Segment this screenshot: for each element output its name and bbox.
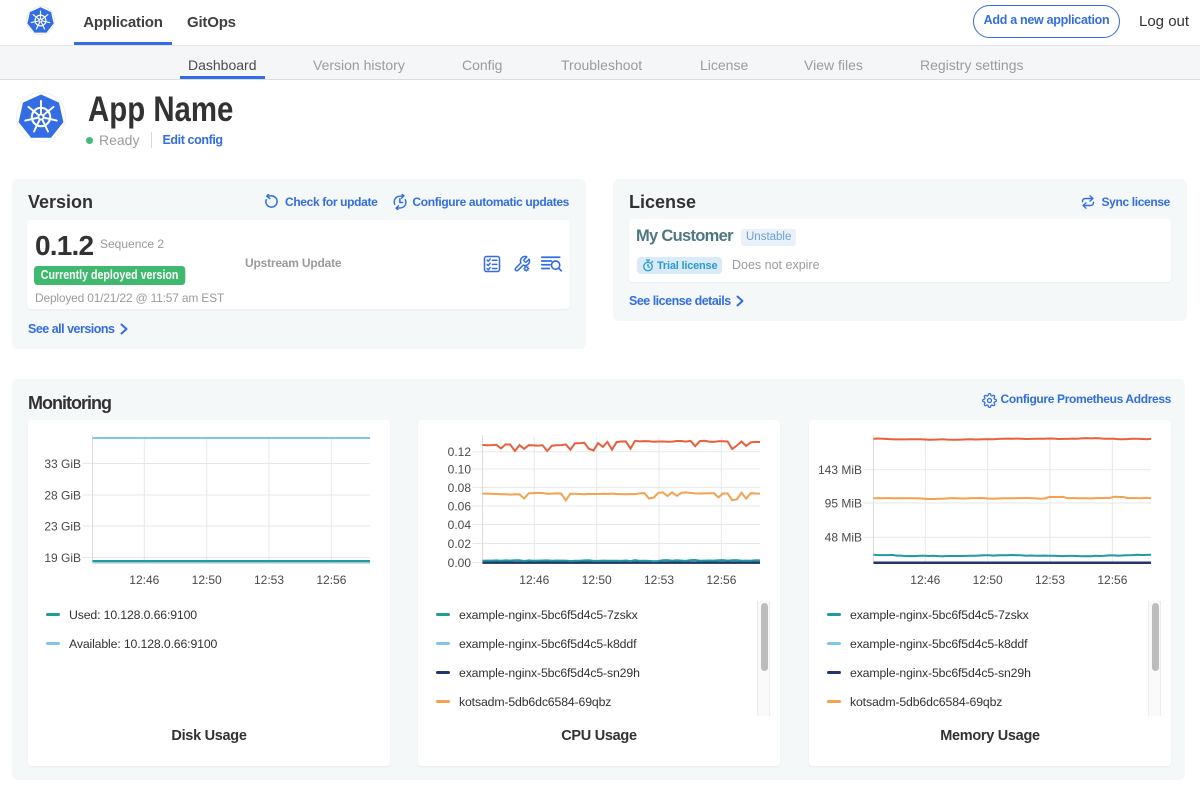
svg-text:0.12: 0.12 [448,445,472,459]
svg-text:48 MiB: 48 MiB [825,531,862,545]
svg-text:143 MiB: 143 MiB [818,463,862,477]
svg-text:12:53: 12:53 [1035,573,1065,587]
svg-text:12:56: 12:56 [316,573,346,587]
svg-text:95 MiB: 95 MiB [825,497,862,511]
svg-text:0.00: 0.00 [448,556,472,570]
svg-text:12:53: 12:53 [644,573,674,587]
svg-text:0.08: 0.08 [448,481,472,495]
svg-text:33 GiB: 33 GiB [44,457,81,471]
svg-text:12:50: 12:50 [582,573,612,587]
svg-text:19 GiB: 19 GiB [44,551,81,565]
svg-text:0.06: 0.06 [448,500,472,514]
svg-text:28 GiB: 28 GiB [44,489,81,503]
svg-text:12:50: 12:50 [973,573,1003,587]
svg-text:0.04: 0.04 [448,518,472,532]
svg-text:12:56: 12:56 [706,573,736,587]
svg-text:12:53: 12:53 [254,573,284,587]
svg-text:12:56: 12:56 [1097,573,1127,587]
svg-text:12:46: 12:46 [519,573,549,587]
svg-text:12:46: 12:46 [129,573,159,587]
svg-text:23 GiB: 23 GiB [44,520,81,534]
svg-text:12:46: 12:46 [910,573,940,587]
svg-text:12:50: 12:50 [192,573,222,587]
svg-text:0.10: 0.10 [448,463,472,477]
svg-text:0.02: 0.02 [448,537,472,551]
